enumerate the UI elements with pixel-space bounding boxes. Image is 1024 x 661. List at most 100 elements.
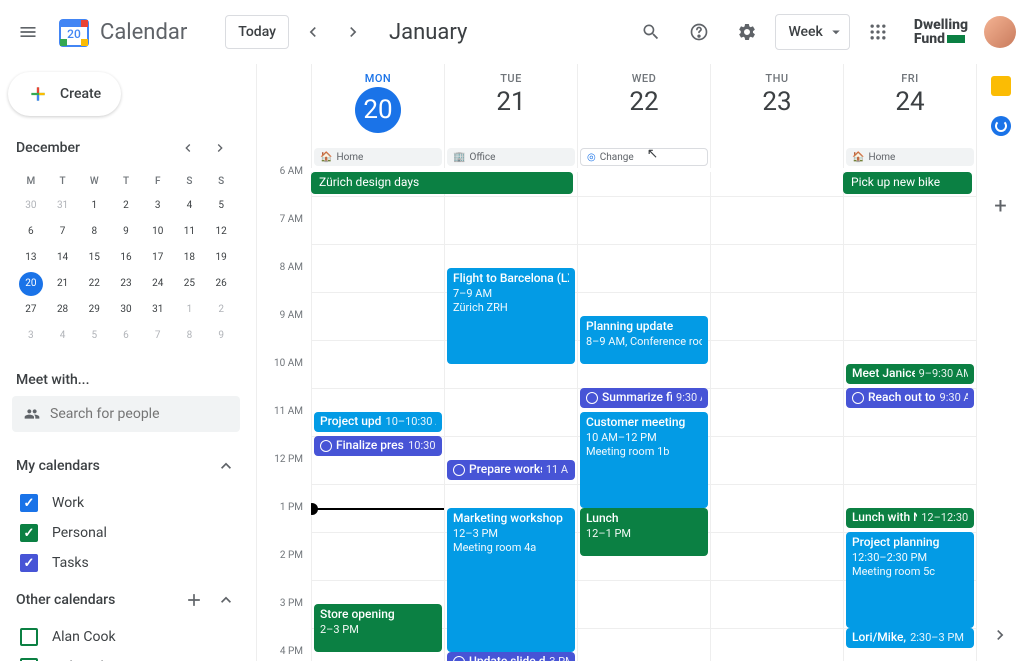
day-header[interactable]: WED22	[577, 64, 710, 148]
search-button[interactable]	[631, 12, 671, 52]
collapse-panel-icon[interactable]	[990, 625, 1010, 645]
day-column[interactable]: Project update, 10–10:30 AM Finalize pres…	[311, 196, 444, 661]
mini-day[interactable]: 15	[82, 246, 106, 270]
mini-day[interactable]: 10	[146, 220, 170, 244]
day-column[interactable]: Flight to Barcelona (LX 1954)7–9 AMZüric…	[444, 196, 577, 661]
calendar-event[interactable]: Project planning12:30–2:30 PMMeeting roo…	[846, 532, 974, 628]
mini-day[interactable]: 23	[114, 272, 138, 296]
mini-day[interactable]: 18	[177, 246, 201, 270]
mini-day[interactable]: 2	[114, 194, 138, 218]
task-event[interactable]: Summarize findings, 9:30 AM	[580, 388, 708, 408]
mini-day[interactable]: 21	[51, 272, 75, 296]
mini-day[interactable]: 6	[19, 220, 43, 244]
mini-day[interactable]: 3	[19, 324, 43, 348]
create-button[interactable]: Create	[8, 72, 121, 116]
mini-day[interactable]: 31	[146, 298, 170, 322]
allday-event[interactable]: Pick up new bike	[843, 172, 972, 194]
mini-day[interactable]: 11	[177, 220, 201, 244]
calendar-event[interactable]: Lori/Mike, 2:30–3 PM	[846, 628, 974, 648]
location-chip[interactable]: 🏢Office	[447, 148, 575, 166]
other-calendars-header[interactable]: Other calendars	[8, 582, 244, 618]
mini-day[interactable]: 5	[82, 324, 106, 348]
calendar-item[interactable]: Helen Chang	[16, 652, 236, 661]
mini-day[interactable]: 1	[177, 298, 201, 322]
calendar-event[interactable]: Meet Janice, 9–9:30 AM	[846, 364, 974, 384]
mini-day[interactable]: 8	[82, 220, 106, 244]
day-header[interactable]: MON20	[311, 64, 444, 148]
people-search-input[interactable]	[50, 406, 228, 422]
mini-day[interactable]: 27	[19, 298, 43, 322]
calendar-event[interactable]: Lunch with Noah, 12–12:30 PM	[846, 508, 974, 528]
today-button[interactable]: Today	[225, 15, 289, 49]
mini-day[interactable]: 14	[51, 246, 75, 270]
tasks-addon[interactable]	[991, 116, 1011, 136]
view-selector[interactable]: Week	[775, 14, 849, 50]
mini-day[interactable]: 29	[82, 298, 106, 322]
mini-day[interactable]: 4	[51, 324, 75, 348]
task-event[interactable]: Reach out to Tom, 9:30 AM	[846, 388, 974, 408]
calendar-item[interactable]: Alan Cook	[16, 622, 236, 652]
mini-day[interactable]: 9	[114, 220, 138, 244]
task-event[interactable]: Update slide deck, 3 PM	[447, 652, 575, 661]
allday-event[interactable]: Zürich design days	[311, 172, 573, 194]
calendar-checkbox[interactable]	[20, 524, 38, 542]
mini-day[interactable]: 13	[19, 246, 43, 270]
add-addon-button[interactable]: +	[991, 196, 1011, 216]
mini-day[interactable]: 19	[209, 246, 233, 270]
mini-day[interactable]: 5	[209, 194, 233, 218]
calendar-checkbox[interactable]	[20, 628, 38, 646]
mini-day[interactable]: 7	[146, 324, 170, 348]
mini-day[interactable]: 28	[51, 298, 75, 322]
location-chip[interactable]: 🏠Home	[846, 148, 974, 166]
location-chip[interactable]: ◎Change	[580, 148, 708, 166]
mini-next-button[interactable]	[212, 136, 236, 160]
day-header[interactable]: TUE21	[444, 64, 577, 148]
time-grid[interactable]: Project update, 10–10:30 AM Finalize pres…	[311, 196, 976, 661]
calendar-checkbox[interactable]	[20, 554, 38, 572]
task-event[interactable]: Prepare workshop, 11 AM	[447, 460, 575, 480]
mini-day[interactable]: 12	[209, 220, 233, 244]
main-menu-button[interactable]	[8, 12, 48, 52]
calendar-event[interactable]: Lunch12–1 PM	[580, 508, 708, 556]
mini-day[interactable]: 8	[177, 324, 201, 348]
mini-day[interactable]: 30	[114, 298, 138, 322]
prev-button[interactable]	[297, 16, 329, 48]
day-column[interactable]	[710, 196, 843, 661]
next-button[interactable]	[337, 16, 369, 48]
mini-day[interactable]: 4	[177, 194, 201, 218]
location-chip[interactable]: 🏠Home	[314, 148, 442, 166]
mini-day[interactable]: 7	[51, 220, 75, 244]
mini-prev-button[interactable]	[180, 136, 204, 160]
mini-calendar[interactable]: MTWTFSS303112345678910111213141516171819…	[8, 172, 244, 348]
calendar-event[interactable]: Flight to Barcelona (LX 1954)7–9 AMZüric…	[447, 268, 575, 364]
task-event[interactable]: Finalize presentation, 10:30 AM	[314, 436, 442, 456]
my-calendars-header[interactable]: My calendars	[8, 448, 244, 484]
day-column[interactable]: Meet Janice, 9–9:30 AM Reach out to Tom, …	[843, 196, 976, 661]
mini-day[interactable]: 24	[146, 272, 170, 296]
help-button[interactable]	[679, 12, 719, 52]
calendar-event[interactable]: Project update, 10–10:30 AM	[314, 412, 442, 432]
calendar-event[interactable]: Marketing workshop12–3 PMMeeting room 4a	[447, 508, 575, 652]
day-column[interactable]: Planning update8–9 AM, Conference room 2…	[577, 196, 710, 661]
calendar-item[interactable]: Work	[16, 488, 236, 518]
people-search[interactable]	[12, 396, 240, 432]
mini-day[interactable]: 30	[19, 194, 43, 218]
day-header[interactable]: FRI24	[843, 64, 976, 148]
keep-addon[interactable]	[991, 76, 1011, 96]
add-calendar-icon[interactable]	[184, 590, 204, 610]
calendar-item[interactable]: Tasks	[16, 548, 236, 578]
day-header[interactable]: THU23	[710, 64, 843, 148]
mini-day[interactable]: 9	[209, 324, 233, 348]
mini-day[interactable]: 1	[82, 194, 106, 218]
mini-day[interactable]: 25	[177, 272, 201, 296]
calendar-event[interactable]: Store opening2–3 PM	[314, 604, 442, 652]
mini-day[interactable]: 20	[19, 272, 43, 296]
calendar-event[interactable]: Planning update8–9 AM, Conference room 2	[580, 316, 708, 364]
mini-day[interactable]: 3	[146, 194, 170, 218]
mini-day[interactable]: 31	[51, 194, 75, 218]
mini-day[interactable]: 22	[82, 272, 106, 296]
account-avatar[interactable]	[984, 16, 1016, 48]
calendar-event[interactable]: Customer meeting10 AM–12 PMMeeting room …	[580, 412, 708, 508]
apps-button[interactable]	[858, 12, 898, 52]
settings-button[interactable]	[727, 12, 767, 52]
